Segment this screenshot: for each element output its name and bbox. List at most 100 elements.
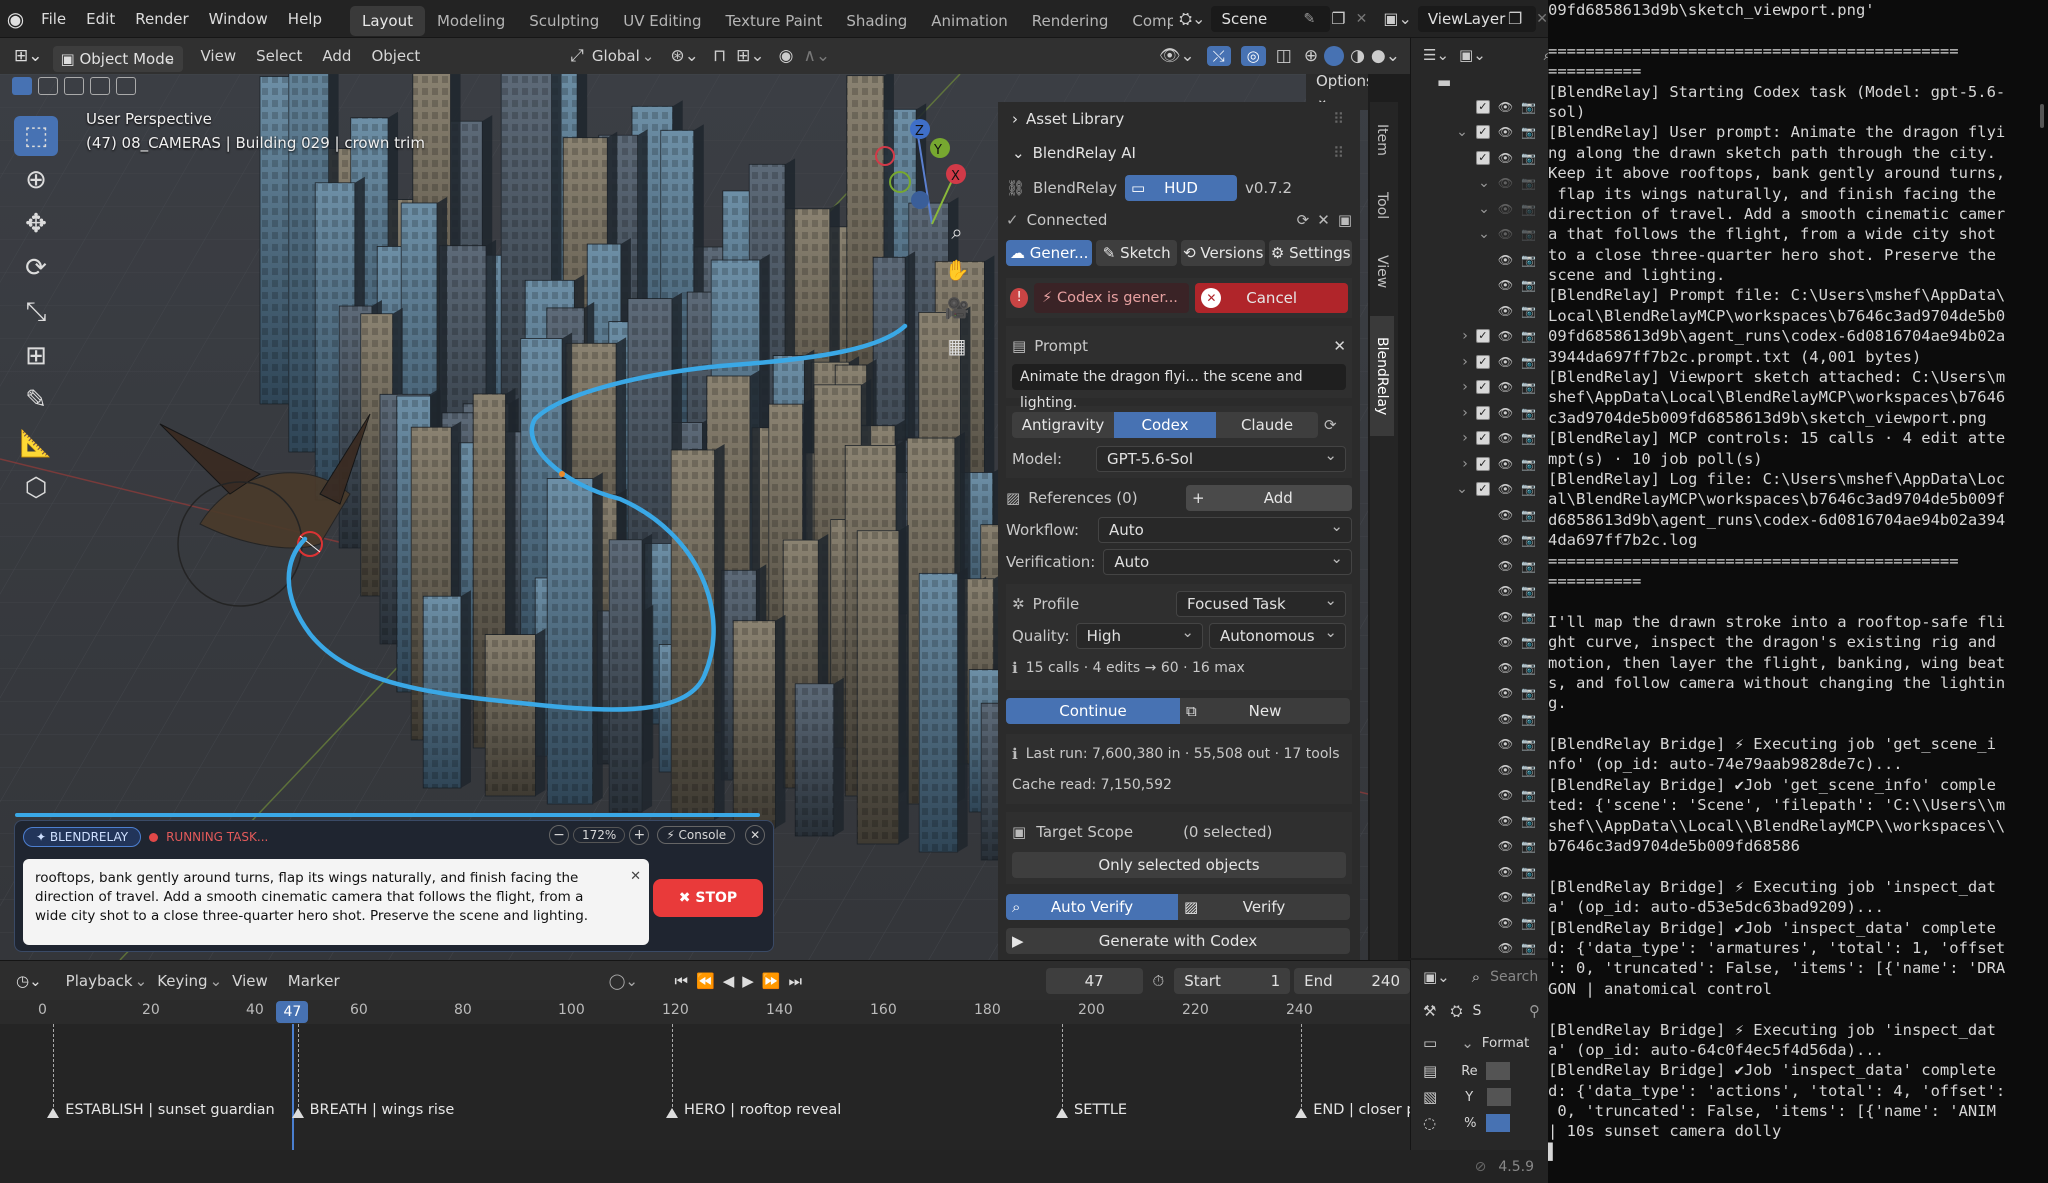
tab-texture-paint[interactable]: Texture Paint — [714, 6, 835, 36]
expand-icon[interactable]: ⌄ — [1456, 481, 1468, 497]
render-camera-icon[interactable]: 📷 — [1521, 661, 1536, 675]
visibility-eye-icon[interactable]: 👁 — [1498, 788, 1513, 802]
world-props-icon[interactable]: ◌ — [1423, 1114, 1436, 1132]
render-camera-icon[interactable]: 📷 — [1521, 355, 1536, 369]
outliner-row[interactable]: › ✓ 👁 📷 — [1411, 375, 1548, 401]
current-frame-field[interactable]: 47 — [1045, 967, 1143, 994]
start-frame-field[interactable]: Start 1 — [1174, 967, 1291, 994]
outliner-row[interactable]: 👁 📷 — [1411, 859, 1548, 885]
blendrelay-header[interactable]: ⌄ BlendRelay AI ⠿ — [998, 136, 1360, 170]
display-mode-icon[interactable]: ▣⌄ — [1459, 46, 1486, 64]
render-camera-icon[interactable]: 📷 — [1521, 227, 1536, 241]
render-camera-icon[interactable]: 📷 — [1521, 431, 1536, 445]
visibility-eye-icon[interactable]: 👁 — [1498, 584, 1513, 598]
new-session-button[interactable]: ⧉ New — [1180, 698, 1350, 724]
visibility-eye-icon[interactable]: 👁 — [1498, 329, 1513, 343]
outliner-row[interactable]: 👁 📷 — [1411, 936, 1548, 962]
expand-icon[interactable]: › — [1462, 379, 1468, 395]
outliner-row[interactable]: › ✓ 👁 📷 — [1411, 349, 1548, 375]
asset-library-header[interactable]: › Asset Library ⠿ — [998, 102, 1360, 136]
wireframe-shading-icon[interactable]: ⊕ — [1304, 46, 1318, 66]
expand-icon[interactable]: ⌄ — [1478, 175, 1490, 191]
visibility-eye-icon[interactable]: 👁 — [1498, 610, 1513, 624]
render-camera-icon[interactable]: 📷 — [1521, 176, 1536, 190]
menu-edit[interactable]: Edit — [76, 0, 125, 38]
jump-start-icon[interactable]: ⏮ — [671, 972, 693, 990]
percent-slider[interactable] — [1486, 1114, 1511, 1132]
zoom-in-button[interactable]: + — [629, 825, 650, 845]
expand-icon[interactable]: › — [1462, 430, 1468, 446]
cancel-button[interactable]: ✕ Cancel — [1195, 283, 1348, 313]
visibility-eye-icon[interactable]: 👁 — [1498, 661, 1513, 675]
outliner-row[interactable]: ⌄ ✓ 👁 📷 — [1411, 120, 1548, 146]
outliner-row[interactable]: › ✓ 👁 📷 — [1411, 324, 1548, 350]
tab-uv-editing[interactable]: UV Editing — [611, 6, 713, 36]
tab-sculpting[interactable]: Sculpting — [517, 6, 611, 36]
resolution-field[interactable] — [1485, 1062, 1510, 1080]
transform-orientation-icon[interactable]: ⤢ — [570, 46, 584, 66]
render-camera-icon[interactable]: 📷 — [1521, 814, 1536, 828]
tab-animation[interactable]: Animation — [919, 6, 1019, 36]
tab-shading[interactable]: Shading — [834, 6, 919, 36]
outliner-row[interactable]: › ✓ 👁 📷 — [1411, 426, 1548, 452]
outliner-row[interactable]: ⌄ 👁 📷 — [1411, 196, 1548, 222]
annotate-tool-icon[interactable]: ✎ — [14, 380, 58, 420]
zoom-icon[interactable]: ⌕ — [940, 220, 974, 258]
provider-antigravity[interactable]: Antigravity — [1012, 412, 1114, 438]
proportional-edit-icon[interactable]: ◉ — [779, 46, 794, 66]
properties-editor-icon[interactable]: ▣⌄ — [1423, 968, 1450, 986]
provider-codex[interactable]: Codex — [1114, 412, 1216, 438]
visibility-eye-icon[interactable]: 👁 — [1498, 227, 1513, 241]
delete-view-layer-icon[interactable]: ✕ — [1536, 11, 1548, 27]
menu-render[interactable]: Render — [125, 0, 198, 38]
tab-sketch[interactable]: ✎ Sketch — [1096, 240, 1177, 266]
render-camera-icon[interactable]: 📷 — [1521, 278, 1536, 292]
render-camera-icon[interactable]: 📷 — [1521, 253, 1536, 267]
refresh-icon[interactable]: ⟳ — [1297, 211, 1310, 229]
scale-tool-icon[interactable]: ⤡ — [14, 292, 58, 332]
select-subtract-icon[interactable] — [64, 77, 84, 95]
timeline[interactable]: 0 20 40 60 80 100 120 140 160 180 200 220 240 47 ESTA… — [0, 1000, 1416, 1150]
search-icon[interactable]: ⌕ — [1472, 968, 1480, 986]
select-invert-icon[interactable] — [90, 77, 110, 95]
hud-button[interactable]: ▭ HUD — [1124, 175, 1237, 201]
close-overlay-icon[interactable]: ✕ — [745, 825, 766, 845]
outliner-row[interactable]: 👁 📷 — [1411, 553, 1548, 579]
tab-layout[interactable]: Layout — [349, 5, 425, 36]
exclude-checkbox[interactable]: ✓ — [1475, 354, 1490, 369]
transform-orientation-dropdown[interactable]: Global — [584, 38, 650, 74]
visibility-eye-icon[interactable]: 👁 — [1498, 431, 1513, 445]
add-cube-tool-icon[interactable]: ⬡ — [14, 468, 58, 508]
outliner-row[interactable]: 👁 📷 — [1411, 757, 1548, 783]
ortho-grid-icon[interactable]: ▦ — [940, 334, 974, 372]
visibility-eye-icon[interactable]: 👁 — [1498, 865, 1513, 879]
render-camera-icon[interactable]: 📷 — [1521, 763, 1536, 777]
exclude-checkbox[interactable]: ✓ — [1475, 150, 1490, 165]
marker-triangle-icon[interactable] — [666, 1108, 678, 1118]
snap-icon[interactable]: ⊓ — [713, 46, 726, 66]
visibility-eye-icon[interactable]: 👁 — [1498, 304, 1513, 318]
visibility-eye-icon[interactable]: 👁 — [1498, 533, 1513, 547]
visibility-eye-icon[interactable]: 👁 — [1498, 737, 1513, 751]
outliner-row[interactable]: › ✓ 👁 📷 — [1411, 400, 1548, 426]
exclude-checkbox[interactable]: ✓ — [1475, 380, 1490, 395]
tab-settings[interactable]: ⚙ Settings — [1269, 240, 1352, 266]
render-camera-icon[interactable]: 📷 — [1521, 941, 1536, 955]
render-camera-icon[interactable]: 📷 — [1521, 686, 1536, 700]
new-view-layer-icon[interactable]: ❐ — [1508, 9, 1522, 28]
view-layer-icon[interactable]: ▣⌄ — [1383, 9, 1412, 28]
blender-logo-icon[interactable]: ◉ — [0, 7, 31, 31]
end-frame-field[interactable]: End 240 — [1294, 967, 1411, 994]
select-new-icon[interactable] — [12, 77, 32, 95]
visibility-eye-icon[interactable]: 👁 — [1498, 916, 1513, 930]
visibility-eye-icon[interactable]: 👁 — [1498, 176, 1513, 190]
refresh-providers-icon[interactable]: ⟳ — [1324, 416, 1337, 434]
exclude-checkbox[interactable]: ✓ — [1475, 125, 1490, 140]
render-camera-icon[interactable]: 📷 — [1521, 304, 1536, 318]
xray-icon[interactable]: ◫ — [1276, 46, 1292, 66]
menu-file[interactable]: File — [31, 0, 76, 38]
header-menu-view[interactable]: View — [191, 38, 247, 74]
visibility-eye-icon[interactable]: 👁 — [1498, 839, 1513, 853]
outliner-row[interactable]: 👁 📷 — [1411, 910, 1548, 936]
exclude-checkbox[interactable]: ✓ — [1475, 456, 1490, 471]
